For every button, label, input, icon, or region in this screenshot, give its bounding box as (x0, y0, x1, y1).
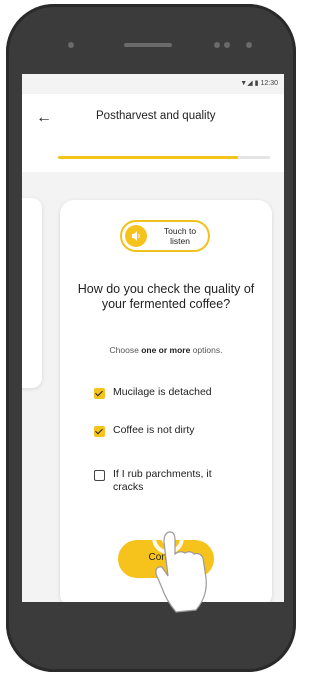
option-item[interactable]: Mucilage is detached (94, 386, 233, 399)
checkbox-checked-icon[interactable] (94, 426, 105, 437)
earpiece-speaker (124, 43, 172, 47)
progress-fill (58, 156, 239, 159)
sensor-dot-icon (214, 42, 220, 48)
sensor-dot-icon (246, 42, 252, 48)
option-label: If I rub parchments, it cracks (113, 468, 212, 493)
checkbox-unchecked-icon[interactable] (94, 470, 105, 481)
instruction-text: Choose one or more options. (66, 345, 266, 355)
sensor-dot-icon (224, 42, 230, 48)
instruction-prefix: Choose (109, 345, 142, 355)
instruction-emphasis: one or more (141, 345, 191, 355)
option-label: Mucilage is detached (113, 386, 212, 398)
signal-icon: ▼◢ (240, 80, 253, 87)
progress-area (22, 142, 284, 172)
status-icons: ▼◢ ▮ 12:30 (240, 79, 278, 88)
speaker-wave-icon (125, 225, 147, 247)
back-arrow-icon[interactable]: ← (34, 108, 54, 128)
hand-pointer-icon (152, 522, 207, 613)
checkbox-checked-icon[interactable] (94, 388, 105, 399)
previous-card[interactable] (22, 198, 42, 388)
instruction-suffix: options. (190, 345, 223, 355)
touch-to-listen-button[interactable]: Touch to listen (120, 220, 210, 252)
option-item[interactable]: If I rub parchments, it cracks (94, 468, 233, 494)
listen-label: Touch to listen (163, 226, 197, 246)
option-label: Coffee is not dirty (113, 424, 195, 436)
page-title: Postharvest and quality (96, 110, 216, 122)
status-bar: ▼◢ ▮ 12:30 (22, 74, 284, 94)
battery-icon: ▮ (254, 80, 259, 87)
phone-top-bezel (6, 4, 296, 74)
option-item[interactable]: Coffee is not dirty (94, 424, 233, 437)
app-bar: ← Postharvest and quality (22, 94, 284, 142)
progress-bar (58, 156, 270, 159)
status-time: 12:30 (260, 79, 278, 87)
front-camera-icon (68, 42, 74, 48)
question-text: How do you check the quality of your fer… (77, 282, 255, 311)
